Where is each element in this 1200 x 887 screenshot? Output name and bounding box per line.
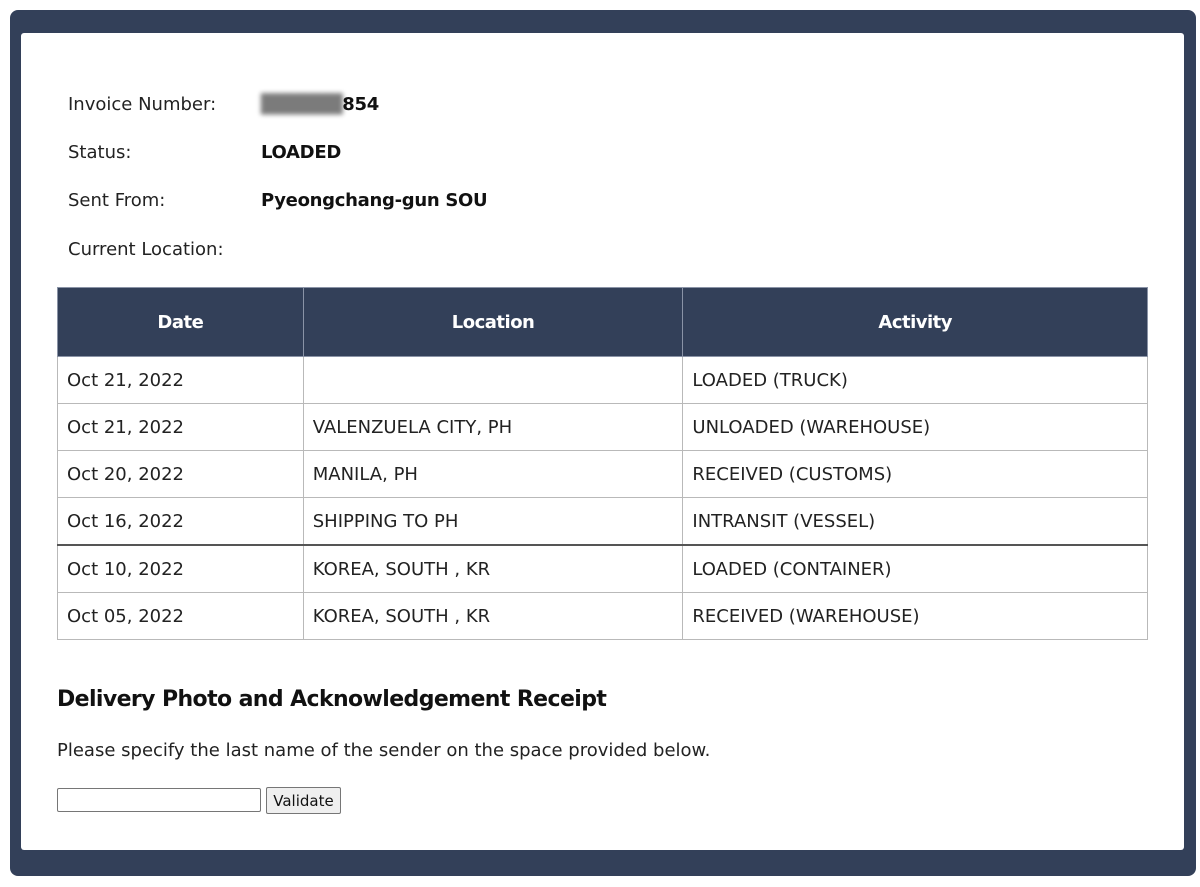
delivery-section-title: Delivery Photo and Acknowledgement Recei… (57, 687, 607, 712)
page-frame: Invoice Number: ██████854 Status: LOADED… (10, 10, 1196, 876)
cell-location (302, 356, 684, 404)
header-activity: Activity (682, 287, 1148, 357)
header-date: Date (57, 287, 304, 357)
cell-activity: UNLOADED (WAREHOUSE) (682, 403, 1148, 451)
invoice-label: Invoice Number: (68, 93, 217, 115)
tracking-card: Invoice Number: ██████854 Status: LOADED… (21, 33, 1184, 850)
cell-date: Oct 16, 2022 (57, 497, 304, 546)
status-label: Status: (68, 141, 132, 163)
table-row: Oct 05, 2022 KOREA, SOUTH , KR RECEIVED … (57, 592, 1148, 640)
sender-last-name-input[interactable] (57, 788, 261, 812)
table-row: Oct 16, 2022 SHIPPING TO PH INTRANSIT (V… (57, 497, 1148, 546)
cell-location: MANILA, PH (302, 450, 684, 498)
sent-from-label: Sent From: (68, 189, 166, 211)
cell-location: KOREA, SOUTH , KR (302, 544, 684, 593)
status-row: Status: LOADED (68, 140, 341, 164)
cell-activity: LOADED (TRUCK) (682, 356, 1148, 404)
table-row: Oct 21, 2022 VALENZUELA CITY, PH UNLOADE… (57, 403, 1148, 451)
table-row: Oct 10, 2022 KOREA, SOUTH , KR LOADED (C… (57, 544, 1148, 593)
cell-activity: INTRANSIT (VESSEL) (682, 497, 1148, 546)
cell-location: VALENZUELA CITY, PH (302, 403, 684, 451)
cell-date: Oct 20, 2022 (57, 450, 304, 498)
invoice-value: ██████854 (261, 93, 379, 115)
cell-activity: LOADED (CONTAINER) (682, 544, 1148, 593)
current-location-row: Current Location: (68, 237, 261, 261)
cell-location: SHIPPING TO PH (302, 497, 684, 546)
cell-date: Oct 21, 2022 (57, 356, 304, 404)
cell-date: Oct 10, 2022 (57, 544, 304, 593)
table-row: Oct 20, 2022 MANILA, PH RECEIVED (CUSTOM… (57, 450, 1148, 498)
tracking-table: Date Location Activity Oct 21, 2022 LOAD… (57, 287, 1148, 640)
table-header-row: Date Location Activity (57, 287, 1148, 357)
cell-date: Oct 05, 2022 (57, 592, 304, 640)
table-row: Oct 21, 2022 LOADED (TRUCK) (57, 356, 1148, 404)
redacted-mask: ██████ (261, 93, 343, 115)
status-value: LOADED (261, 141, 341, 163)
header-location: Location (302, 287, 684, 357)
current-location-label: Current Location: (68, 238, 224, 260)
invoice-row: Invoice Number: ██████854 (68, 92, 379, 116)
sent-from-value: Pyeongchang-gun SOU (261, 189, 488, 211)
cell-activity: RECEIVED (CUSTOMS) (682, 450, 1148, 498)
cell-date: Oct 21, 2022 (57, 403, 304, 451)
validate-button[interactable]: Validate (266, 787, 341, 814)
cell-location: KOREA, SOUTH , KR (302, 592, 684, 640)
sent-from-row: Sent From: Pyeongchang-gun SOU (68, 188, 488, 212)
delivery-instruction: Please specify the last name of the send… (57, 740, 711, 761)
cell-activity: RECEIVED (WAREHOUSE) (682, 592, 1148, 640)
